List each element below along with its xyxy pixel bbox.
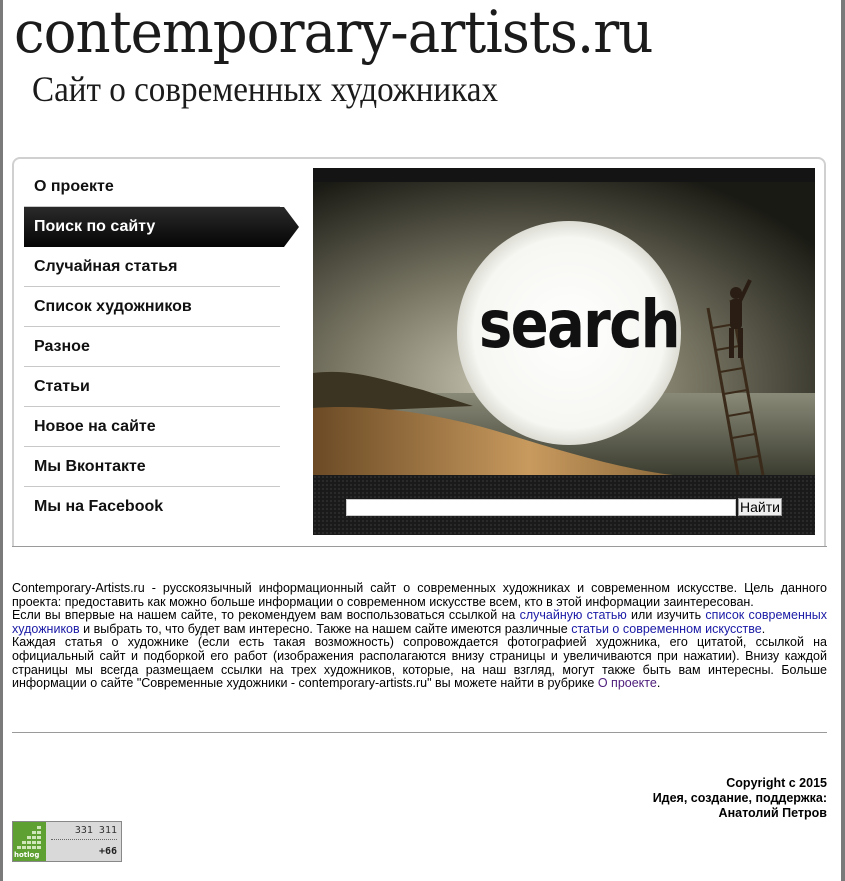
- articles-link[interactable]: статьи о современном искусстве: [571, 622, 762, 636]
- menu-item-misc[interactable]: Разное: [24, 327, 280, 367]
- divider-top: [12, 546, 827, 547]
- menu-item-new[interactable]: Новое на сайте: [24, 407, 280, 447]
- credits-label: Идея, создание, поддержка:: [652, 791, 827, 805]
- counter-today: +66: [98, 846, 117, 857]
- random-article-link[interactable]: случайную статью: [520, 608, 627, 622]
- counter-total: 331 311: [74, 825, 117, 836]
- logo-title: contemporary-artists.ru: [14, 0, 654, 66]
- about-link[interactable]: О проекте: [598, 676, 657, 690]
- search-bar: Найти: [313, 475, 815, 535]
- page-right-border: [841, 0, 845, 881]
- hotlog-logo-text: hotlog: [14, 851, 40, 859]
- intro-paragraph-2: Если вы впервые на нашем сайте, то реком…: [12, 608, 827, 636]
- menu-item-facebook[interactable]: Мы на Facebook: [24, 487, 280, 527]
- menu-item-vkontakte[interactable]: Мы Вконтакте: [24, 447, 280, 487]
- hotlog-counter[interactable]: hotlog 331 311 +66: [12, 821, 122, 862]
- text-span: .: [761, 621, 766, 636]
- menu-item-search[interactable]: Поиск по сайту: [24, 207, 299, 247]
- text-span: и выбрать то, что будет вам интересно. Т…: [79, 621, 572, 636]
- page-left-border: [0, 0, 3, 881]
- menu-item-artists-list[interactable]: Список художников: [24, 287, 280, 327]
- divider-bottom: [12, 732, 827, 733]
- logo-subtitle: Сайт о современных художниках: [32, 69, 499, 109]
- copyright: Copyright c 2015: [726, 776, 827, 790]
- intro-text: Contemporary-Artists.ru - русскоязычный …: [12, 581, 827, 691]
- text-span: или изучить: [626, 608, 706, 623]
- author-name: Анатолий Петров: [718, 806, 827, 820]
- intro-paragraph-3: Каждая статья о художнике (если есть так…: [12, 636, 827, 690]
- site-logo[interactable]: contemporary-artists.ru Сайт о современн…: [12, 0, 654, 120]
- footer-credits: Copyright c 2015 Идея, создание, поддерж…: [653, 776, 827, 821]
- text-span: Если вы впервые на нашем сайте, то реком…: [12, 608, 520, 623]
- menu-item-about[interactable]: О проекте: [24, 167, 280, 207]
- menu-item-articles[interactable]: Статьи: [24, 367, 280, 407]
- counter-divider: [51, 839, 117, 840]
- text-span: Каждая статья о художнике (если есть так…: [12, 635, 827, 691]
- menu-item-random-article[interactable]: Случайная статья: [24, 247, 280, 287]
- search-button[interactable]: Найти: [738, 498, 782, 516]
- intro-paragraph-1: Contemporary-Artists.ru - русскоязычный …: [12, 581, 827, 609]
- search-panel: search Найти: [313, 168, 815, 535]
- main-menu: О проекте Поиск по сайту Случайная стать…: [24, 167, 304, 527]
- top-dark-band: [313, 168, 815, 182]
- search-input[interactable]: [346, 499, 736, 516]
- text-span: .: [656, 676, 661, 691]
- search-image-word: search: [478, 286, 681, 363]
- hotlog-logo-icon: hotlog: [13, 822, 46, 861]
